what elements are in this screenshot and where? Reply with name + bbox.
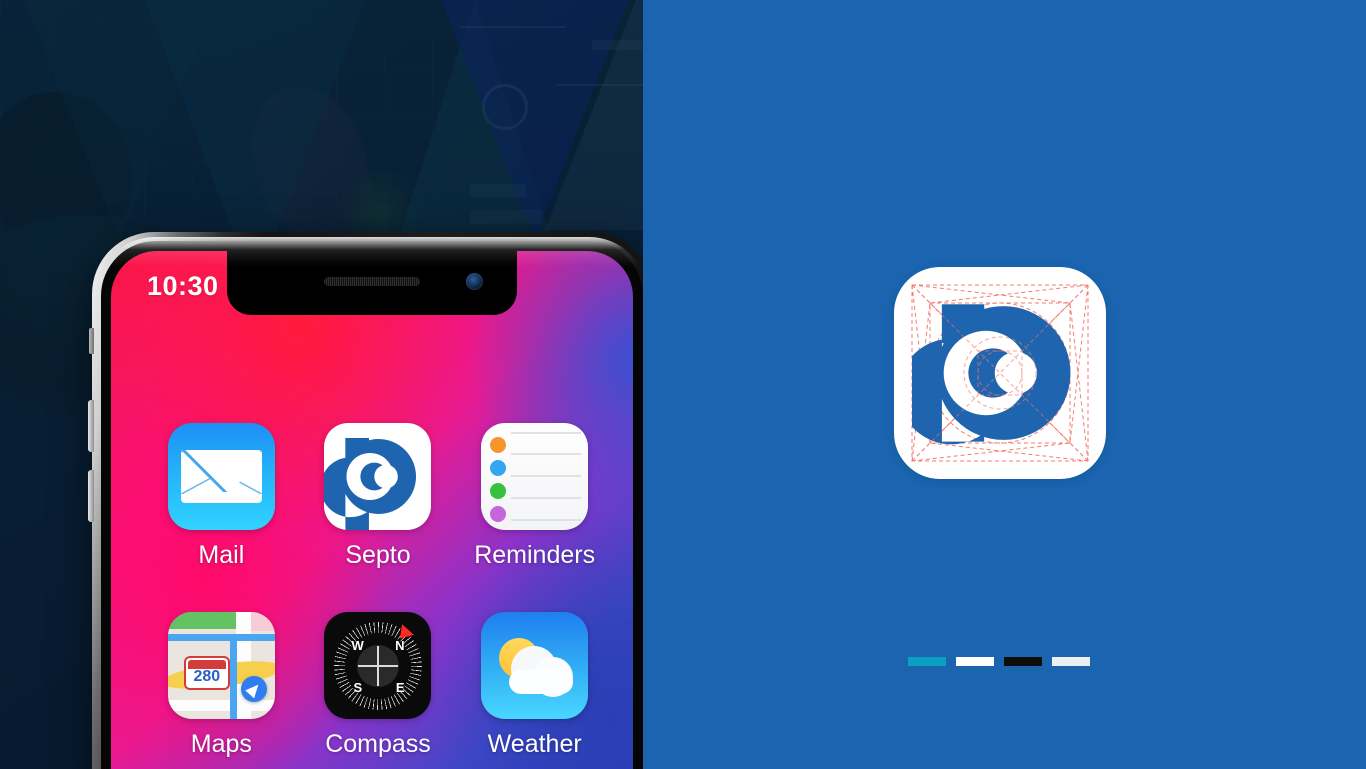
pagination-indicator[interactable] — [908, 657, 1090, 666]
phone-notch — [227, 251, 517, 315]
compass-label-s: S — [353, 680, 363, 695]
maps-icon[interactable]: 280 — [167, 612, 275, 719]
reminders-icon[interactable] — [481, 423, 589, 530]
page-bar-3[interactable] — [1004, 657, 1042, 666]
compass-label-w: W — [351, 638, 364, 653]
app-maps[interactable]: 280 Maps — [151, 612, 291, 759]
app-label-mail: Mail — [198, 541, 245, 569]
status-bar-time: 10:30 — [147, 271, 219, 301]
weather-icon[interactable] — [481, 612, 589, 719]
septo-icon[interactable] — [324, 423, 432, 530]
volume-down-button[interactable] — [88, 470, 94, 522]
presentation-slide: 10:30 Mail Septo Reminders 280 Maps W N … — [0, 0, 1366, 769]
mute-switch-button[interactable] — [89, 328, 94, 354]
app-septo[interactable]: Septo — [308, 423, 448, 570]
compass-label-e: E — [395, 680, 405, 695]
app-label-septo: Septo — [345, 541, 411, 569]
app-label-reminders: Reminders — [474, 541, 596, 569]
page-bar-2[interactable] — [956, 657, 994, 666]
compass-icon[interactable]: W N E S — [324, 612, 432, 719]
mail-icon[interactable] — [167, 423, 275, 530]
front-camera-icon — [466, 273, 483, 290]
app-reminders[interactable]: Reminders — [465, 423, 605, 570]
left-panel-photo: 10:30 Mail Septo Reminders 280 Maps W N … — [0, 0, 643, 769]
route-shield-280: 280 — [183, 656, 230, 690]
app-label-maps: Maps — [190, 730, 252, 758]
volume-up-button[interactable] — [88, 400, 94, 452]
page-bar-4[interactable] — [1052, 657, 1090, 666]
navigation-arrow-icon — [240, 676, 267, 702]
page-bar-1[interactable] — [908, 657, 946, 666]
iphone-x-mockup: 10:30 Mail Septo Reminders 280 Maps W N … — [88, 232, 643, 769]
right-panel — [643, 0, 1366, 769]
app-mail[interactable]: Mail — [151, 423, 291, 570]
home-screen-app-grid: Mail Septo Reminders 280 Maps W N E S Co… — [143, 423, 613, 759]
phone-screen: 10:30 Mail Septo Reminders 280 Maps W N … — [111, 251, 633, 769]
speaker-grille-icon — [324, 277, 420, 286]
septo-app-icon-tile[interactable] — [894, 267, 1106, 479]
app-label-compass: Compass — [325, 730, 431, 758]
app-compass[interactable]: W N E S Compass — [308, 612, 448, 759]
app-label-weather: Weather — [487, 730, 582, 758]
construction-grid-overlay-icon — [911, 284, 1089, 462]
app-weather[interactable]: Weather — [465, 612, 605, 759]
